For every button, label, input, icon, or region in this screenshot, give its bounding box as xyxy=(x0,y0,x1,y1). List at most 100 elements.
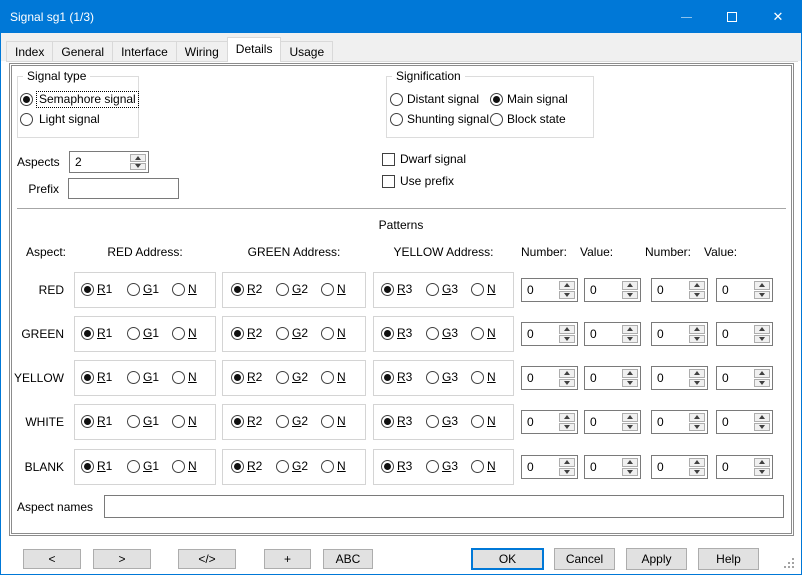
pattern-radio-g2[interactable] xyxy=(276,283,289,296)
pattern-yellow-spinner-0[interactable]: 0 xyxy=(521,366,578,390)
pattern-radio-label-n[interactable]: N xyxy=(337,282,346,297)
pattern-radio-r1[interactable] xyxy=(81,371,94,384)
spin-down-button[interactable] xyxy=(559,335,575,344)
spin-up-button[interactable] xyxy=(754,458,770,467)
pattern-radio-g1[interactable] xyxy=(127,460,140,473)
radio-main-signal[interactable] xyxy=(490,93,503,106)
pattern-radio-g2[interactable] xyxy=(276,415,289,428)
pattern-blank-spinner-0[interactable]: 0 xyxy=(521,455,578,479)
spin-down-button[interactable] xyxy=(622,468,638,477)
pattern-radio-label-n[interactable]: N xyxy=(188,459,197,474)
pattern-blank-spinner-2[interactable]: 0 xyxy=(651,455,708,479)
pattern-blank-spinner-1[interactable]: 0 xyxy=(584,455,641,479)
pattern-radio-label-g2[interactable]: G2 xyxy=(292,370,308,385)
spin-up-button[interactable] xyxy=(689,369,705,378)
pattern-radio-label-g2[interactable]: G2 xyxy=(292,326,308,341)
pattern-radio-r3[interactable] xyxy=(381,283,394,296)
pattern-radio-label-r3[interactable]: R3 xyxy=(397,459,412,474)
cancel-button[interactable]: Cancel xyxy=(554,548,615,570)
pattern-radio-r2[interactable] xyxy=(231,371,244,384)
pattern-radio-label-r2[interactable]: R2 xyxy=(247,370,262,385)
pattern-radio-label-n[interactable]: N xyxy=(337,326,346,341)
resize-grip-icon[interactable] xyxy=(792,566,794,568)
pattern-radio-n[interactable] xyxy=(172,371,185,384)
radio-semaphore-signal[interactable] xyxy=(20,93,33,106)
radio-semaphore-signal-label[interactable]: Semaphore signal xyxy=(36,91,139,108)
spin-up-button[interactable] xyxy=(622,281,638,290)
pattern-yellow-spinner-2[interactable]: 0 xyxy=(651,366,708,390)
spin-down-button[interactable] xyxy=(622,291,638,300)
spin-up-button[interactable] xyxy=(622,458,638,467)
spin-down-button[interactable] xyxy=(689,423,705,432)
spin-down-button[interactable] xyxy=(689,335,705,344)
pattern-radio-n[interactable] xyxy=(172,283,185,296)
pattern-radio-n[interactable] xyxy=(172,460,185,473)
spin-up-button[interactable] xyxy=(559,458,575,467)
pattern-radio-label-n[interactable]: N xyxy=(487,414,496,429)
pattern-radio-label-n[interactable]: N xyxy=(337,459,346,474)
pattern-radio-n[interactable] xyxy=(471,371,484,384)
spin-up-button[interactable] xyxy=(754,413,770,422)
spin-down-button[interactable] xyxy=(559,291,575,300)
pattern-white-spinner-1[interactable]: 0 xyxy=(584,410,641,434)
spin-up-button[interactable] xyxy=(689,325,705,334)
spin-up-button[interactable] xyxy=(622,369,638,378)
pattern-radio-n[interactable] xyxy=(471,415,484,428)
radio-block-state-label[interactable]: Block state xyxy=(507,112,566,127)
spin-up-button[interactable] xyxy=(689,413,705,422)
spin-up-button[interactable] xyxy=(754,281,770,290)
pattern-radio-label-r1[interactable]: R1 xyxy=(97,459,112,474)
pattern-radio-g3[interactable] xyxy=(426,460,439,473)
spin-up-button[interactable] xyxy=(559,325,575,334)
pattern-green-spinner-2[interactable]: 0 xyxy=(651,322,708,346)
tab-general[interactable]: General xyxy=(53,41,113,62)
tab-index[interactable]: Index xyxy=(6,41,53,62)
radio-main-signal-label[interactable]: Main signal xyxy=(507,92,568,107)
pattern-radio-g1[interactable] xyxy=(127,327,140,340)
spin-down-button[interactable] xyxy=(622,423,638,432)
apply-button[interactable]: Apply xyxy=(626,548,687,570)
spin-down-button[interactable] xyxy=(689,468,705,477)
spin-down-button[interactable] xyxy=(754,335,770,344)
pattern-radio-label-r3[interactable]: R3 xyxy=(397,282,412,297)
pattern-red-spinner-3[interactable]: 0 xyxy=(716,278,773,302)
pattern-yellow-spinner-1[interactable]: 0 xyxy=(584,366,641,390)
pattern-radio-r3[interactable] xyxy=(381,371,394,384)
pattern-radio-r1[interactable] xyxy=(81,283,94,296)
pattern-radio-label-r1[interactable]: R1 xyxy=(97,326,112,341)
pattern-radio-g2[interactable] xyxy=(276,327,289,340)
pattern-radio-g3[interactable] xyxy=(426,415,439,428)
pattern-radio-label-n[interactable]: N xyxy=(487,459,496,474)
spin-down-button[interactable] xyxy=(754,291,770,300)
spin-down-button[interactable] xyxy=(130,163,146,171)
spin-down-button[interactable] xyxy=(754,468,770,477)
abc-button[interactable]: ABC xyxy=(323,549,373,569)
pattern-radio-label-r3[interactable]: R3 xyxy=(397,370,412,385)
ok-button[interactable]: OK xyxy=(471,548,544,570)
pattern-radio-label-g2[interactable]: G2 xyxy=(292,414,308,429)
spin-down-button[interactable] xyxy=(622,379,638,388)
pattern-radio-n[interactable] xyxy=(471,327,484,340)
pattern-radio-label-n[interactable]: N xyxy=(337,414,346,429)
spin-up-button[interactable] xyxy=(559,281,575,290)
pattern-radio-r3[interactable] xyxy=(381,415,394,428)
prev-button[interactable]: < xyxy=(23,549,81,569)
pattern-radio-label-g3[interactable]: G3 xyxy=(442,282,458,297)
pattern-radio-n[interactable] xyxy=(321,283,334,296)
next-button[interactable]: > xyxy=(93,549,151,569)
spin-up-button[interactable] xyxy=(689,458,705,467)
tab-wiring[interactable]: Wiring xyxy=(177,41,228,62)
pattern-radio-label-r2[interactable]: R2 xyxy=(247,326,262,341)
pattern-radio-r2[interactable] xyxy=(231,327,244,340)
pattern-radio-n[interactable] xyxy=(172,327,185,340)
pattern-radio-label-g3[interactable]: G3 xyxy=(442,414,458,429)
code-button[interactable]: </> xyxy=(178,549,236,569)
spin-up-button[interactable] xyxy=(622,325,638,334)
dwarf-signal-checkbox[interactable] xyxy=(382,153,395,166)
radio-distant-signal[interactable] xyxy=(390,93,403,106)
pattern-radio-r2[interactable] xyxy=(231,283,244,296)
pattern-radio-g3[interactable] xyxy=(426,371,439,384)
pattern-red-spinner-2[interactable]: 0 xyxy=(651,278,708,302)
pattern-radio-n[interactable] xyxy=(321,371,334,384)
pattern-red-spinner-0[interactable]: 0 xyxy=(521,278,578,302)
